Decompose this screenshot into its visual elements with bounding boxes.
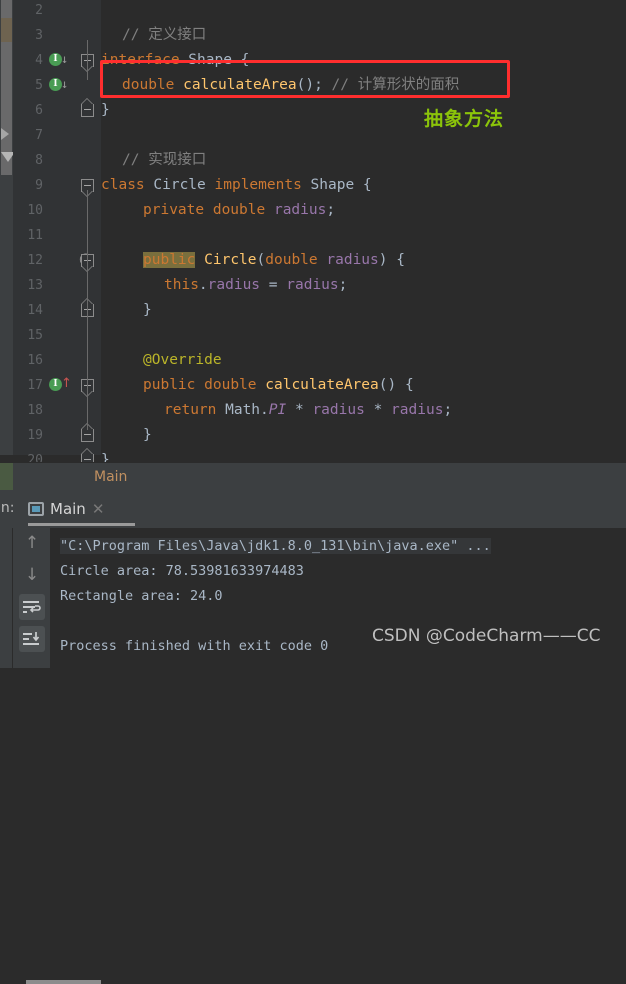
code-line-12[interactable]: public Circle(double radius) { — [143, 248, 405, 273]
code-line-3[interactable]: // 定义接口 — [122, 23, 206, 48]
line-number: 14 — [27, 303, 43, 318]
line-number: 6 — [35, 103, 43, 118]
code-line-16[interactable]: @Override — [143, 348, 222, 373]
run-tab-label: Main — [50, 500, 86, 518]
fold-collapse-icon[interactable] — [81, 423, 94, 442]
console-toolbar[interactable]: ↑ ↓ — [13, 528, 50, 668]
code-line-5[interactable]: double calculateArea(); // 计算形状的面积 — [122, 73, 459, 98]
line-number: 8 — [35, 153, 43, 168]
close-icon[interactable]: ✕ — [92, 500, 105, 518]
code-line-18[interactable]: return Math.PI * radius * radius; — [164, 398, 452, 423]
editor-vertical-scrollbar[interactable] — [0, 0, 15, 455]
line-number: 18 — [27, 403, 43, 418]
annotation-note-text: 抽象方法 — [424, 108, 505, 130]
fold-region-line — [87, 40, 88, 80]
scroll-to-end-icon[interactable] — [19, 626, 45, 652]
run-window-scrollbar-thumb[interactable] — [26, 980, 101, 984]
breadcrumb-class-main[interactable]: Main — [94, 463, 127, 491]
code-line-10[interactable]: private double radius; — [143, 198, 335, 223]
implemented-method-icon[interactable]: I ↓ — [49, 49, 71, 71]
code-line-4[interactable]: interface Shape { — [101, 48, 249, 73]
scrollbar-highlight-mark — [1, 18, 12, 42]
run-configuration-icon — [28, 502, 44, 516]
run-window-left-strip — [0, 528, 13, 668]
fold-region-line — [87, 265, 88, 305]
run-window-title: un: — [0, 500, 15, 516]
line-number: 19 — [27, 428, 43, 443]
line-number: 2 — [35, 3, 43, 18]
scroll-up-icon[interactable]: ↑ — [19, 530, 45, 556]
code-line-14[interactable]: } — [143, 298, 152, 323]
fold-region-line — [87, 390, 88, 430]
annotation-gutter-icon[interactable]: @ — [49, 249, 92, 271]
line-number: 16 — [27, 353, 43, 368]
line-number: 12 — [27, 253, 43, 268]
line-number: 4 — [35, 53, 43, 68]
overriding-method-icon[interactable]: I ↑ — [49, 374, 72, 396]
breadcrumb-status-stripe — [0, 463, 13, 491]
line-number: 9 — [35, 178, 43, 193]
line-number: 17 — [27, 378, 43, 393]
code-line-19[interactable]: } — [143, 423, 152, 448]
code-text-area[interactable]: // 定义接口 interface Shape {double calculate… — [101, 0, 626, 468]
scroll-marker-right-icon[interactable] — [1, 128, 9, 140]
soft-wrap-icon[interactable] — [19, 594, 45, 620]
line-number: 7 — [35, 128, 43, 143]
line-number: 5 — [35, 78, 43, 93]
run-tab-active-indicator — [28, 523, 135, 526]
line-number: 11 — [27, 228, 43, 243]
scroll-down-icon[interactable]: ↓ — [19, 562, 45, 588]
run-tab-main[interactable]: Main ✕ — [28, 494, 104, 524]
line-number: 13 — [27, 278, 43, 293]
breadcrumb-bar[interactable]: Main — [0, 462, 626, 491]
console-output-line: Rectangle area: 24.0 — [60, 588, 223, 604]
code-folding-column[interactable] — [79, 0, 97, 467]
line-number: 15 — [27, 328, 43, 343]
code-line-8[interactable]: // 实现接口 — [122, 148, 206, 173]
code-editor[interactable]: 234I↓5I↓6789101112@1314151617I↑181920 //… — [0, 0, 626, 468]
console-output-line: Circle area: 78.53981633974483 — [60, 563, 304, 579]
code-line-17[interactable]: public double calculateArea() { — [143, 373, 414, 398]
code-line-13[interactable]: this.radius = radius; — [164, 273, 347, 298]
code-line-9[interactable]: class Circle implements Shape { — [101, 173, 372, 198]
console-output[interactable]: "C:\Program Files\Java\jdk1.8.0_131\bin\… — [50, 528, 626, 668]
watermark: CSDN @CodeCharm——CC — [372, 626, 601, 646]
line-number: 10 — [27, 203, 43, 218]
console-command-line: "C:\Program Files\Java\jdk1.8.0_131\bin\… — [60, 538, 491, 554]
implemented-method-icon[interactable]: I ↓ — [49, 74, 71, 96]
fold-collapse-icon[interactable] — [81, 98, 94, 117]
line-number: 3 — [35, 28, 43, 43]
code-line-6[interactable]: } — [101, 98, 110, 123]
